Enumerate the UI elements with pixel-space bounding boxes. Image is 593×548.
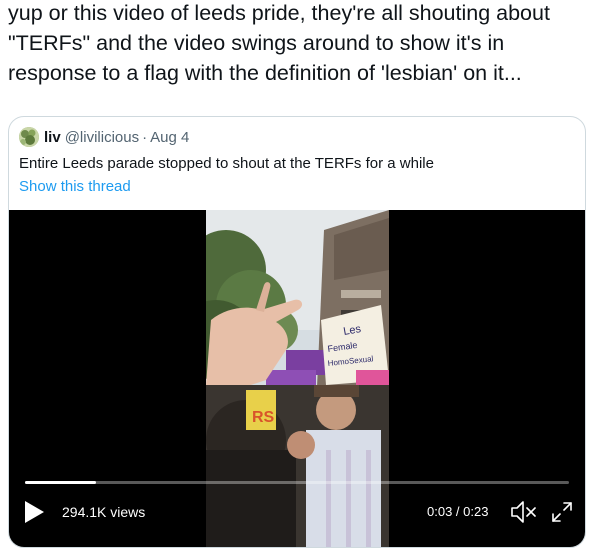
fullscreen-button[interactable]	[549, 499, 575, 525]
play-icon	[25, 501, 44, 523]
progress-fill	[25, 481, 96, 484]
quoted-display-name[interactable]: liv	[44, 129, 61, 146]
quoted-tweet-header: liv @livilicious · Aug 4	[19, 127, 189, 147]
fullscreen-icon	[552, 502, 572, 522]
avatar-image	[19, 127, 39, 147]
video-frame-image: Les Female HomoSexual RS	[206, 210, 389, 547]
header-separator: ·	[142, 128, 148, 146]
quoted-handle[interactable]: @livilicious	[65, 129, 139, 146]
play-button[interactable]	[23, 500, 45, 524]
tweet-text: yup or this video of leeds pride, they'r…	[8, 1, 550, 85]
video-time: 0:03 / 0:23	[427, 504, 489, 519]
svg-text:RS: RS	[252, 409, 275, 426]
avatar[interactable]	[19, 127, 39, 147]
video-player[interactable]: Les Female HomoSexual RS 294.1K views 0:…	[9, 210, 585, 547]
view-count: 294.1K views	[62, 504, 146, 520]
muted-speaker-icon	[511, 501, 536, 523]
video-frame: Les Female HomoSexual RS	[206, 210, 389, 547]
mute-button[interactable]	[509, 499, 539, 525]
quoted-tweet-card[interactable]: liv @livilicious · Aug 4 Entire Leeds pa…	[8, 116, 586, 548]
show-thread-link[interactable]: Show this thread	[19, 177, 131, 197]
quoted-date[interactable]: Aug 4	[150, 129, 189, 146]
quoted-tweet-text: Entire Leeds parade stopped to shout at …	[19, 155, 434, 172]
progress-bar[interactable]	[25, 481, 569, 484]
